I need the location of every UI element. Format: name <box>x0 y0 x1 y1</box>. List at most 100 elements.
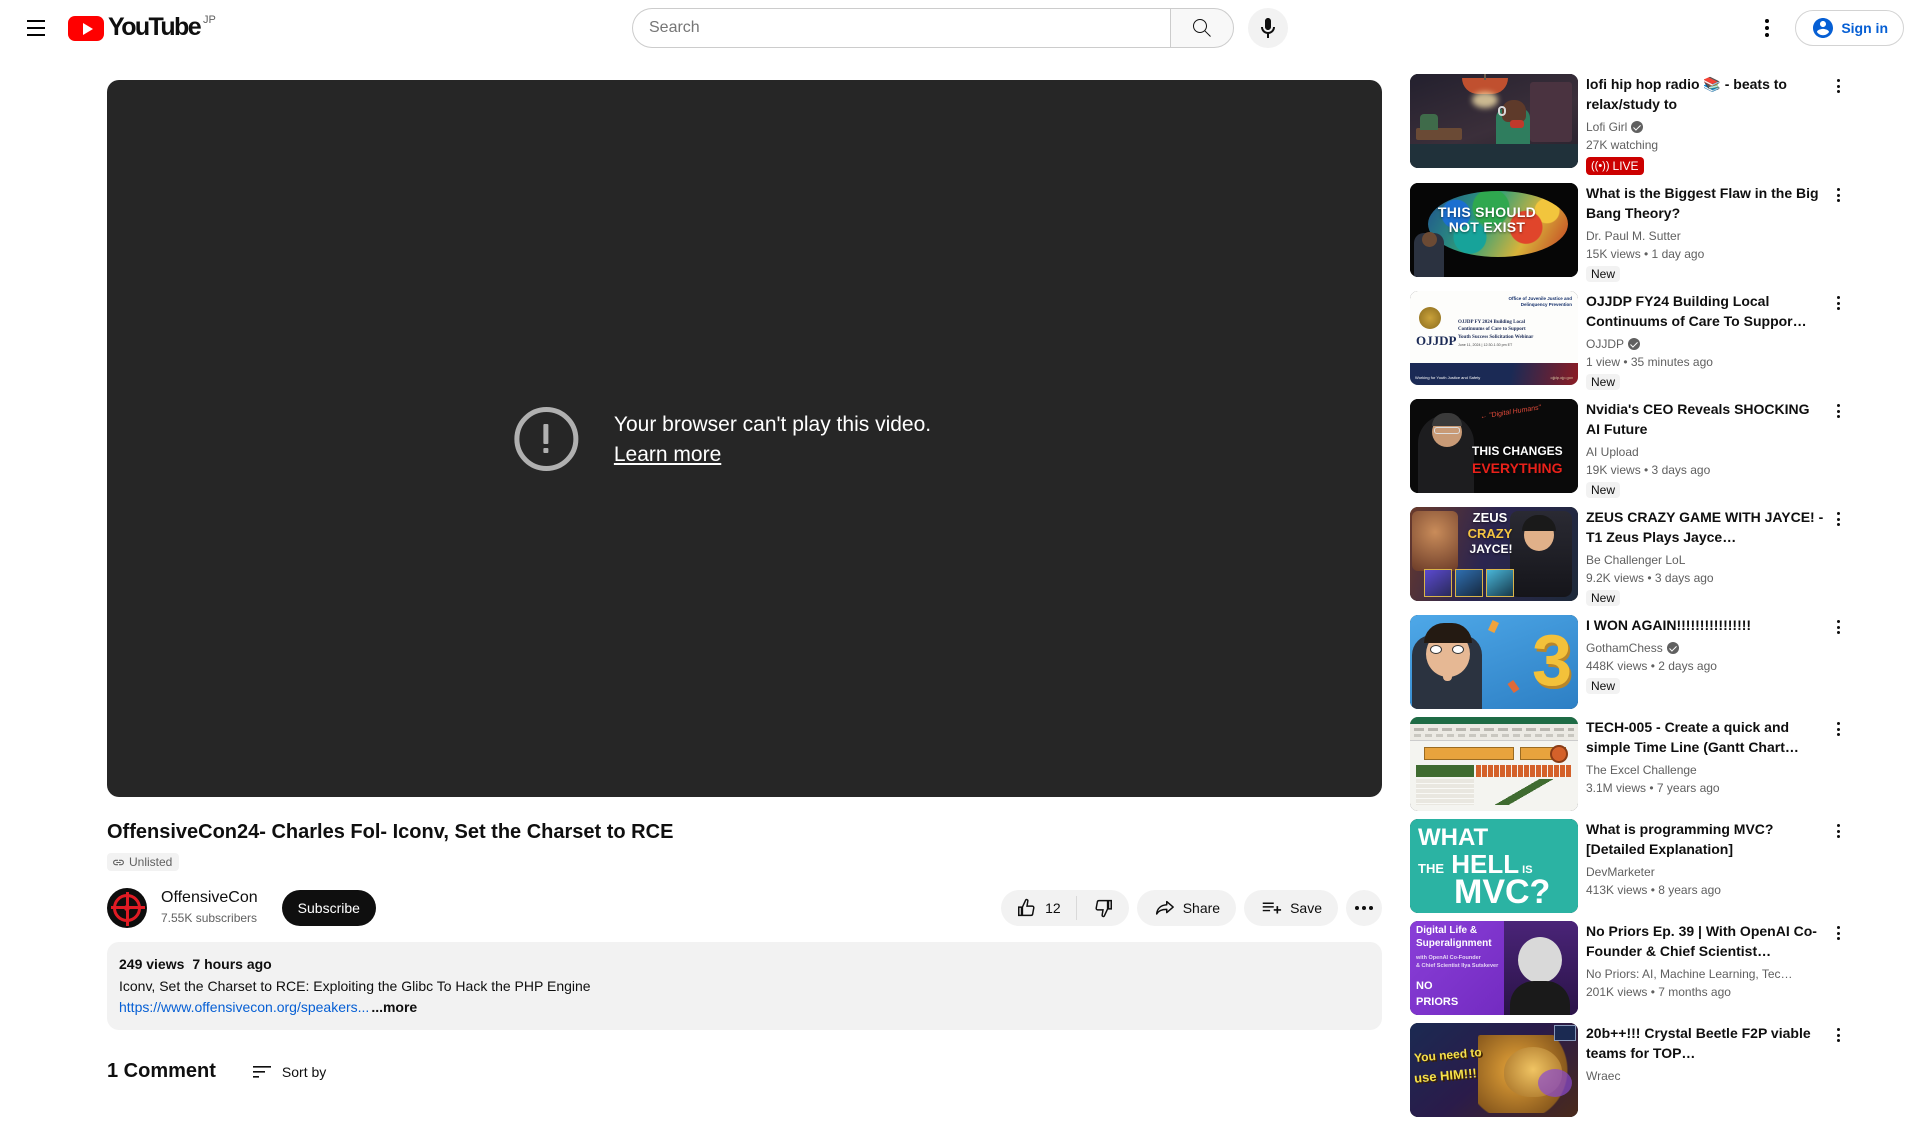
recommended-video-menu-icon[interactable] <box>1826 183 1850 207</box>
recommendations-sidebar[interactable]: lofi hip hop radio 📚 - beats to relax/st… <box>1410 56 1850 1117</box>
masthead-center <box>330 8 1590 48</box>
channel-info[interactable]: OffensiveCon 7.55K subscribers <box>161 888 258 927</box>
search-submit-button[interactable] <box>1170 8 1234 48</box>
publish-date: 7 hours ago <box>192 955 272 972</box>
player-error-text: Your browser can't play this video. Lear… <box>614 411 931 467</box>
dislike-button[interactable] <box>1077 890 1129 926</box>
recommended-video-item[interactable]: ZEUS CRAZY JAYCE! ZEUS CRAZY GAME WITH J… <box>1410 507 1850 615</box>
video-thumbnail[interactable]: Office of Juvenile Justice and Delinquenc… <box>1410 291 1578 385</box>
description-meta: 249 views 7 hours ago <box>119 954 1370 974</box>
recommended-video-item[interactable]: TECH-005 - Create a quick and simple Tim… <box>1410 717 1850 819</box>
recommended-video-item[interactable]: lofi hip hop radio 📚 - beats to relax/st… <box>1410 74 1850 183</box>
video-description[interactable]: 249 views 7 hours ago Iconv, Set the Char… <box>107 941 1382 1030</box>
recommended-video-menu-icon[interactable] <box>1826 1023 1850 1047</box>
verified-badge-icon <box>1628 338 1641 350</box>
video-actions: 12 Share Save <box>1001 889 1382 926</box>
recommended-video-item[interactable]: Digital Life & Superalignment with OpenA… <box>1410 921 1850 1023</box>
video-thumbnail[interactable]: ← "Digital Humans" THIS CHANGES EVERYTHI… <box>1410 399 1578 493</box>
recommended-video-menu-icon[interactable] <box>1826 615 1850 639</box>
recommended-video-menu-icon[interactable] <box>1826 74 1850 98</box>
recommended-video-title[interactable]: lofi hip hop radio 📚 - beats to relax/st… <box>1586 74 1826 114</box>
recommended-video-item[interactable]: You need to use HIM!!! 20b++!!! Crystal … <box>1410 1023 1850 1125</box>
thumbs-down-icon <box>1095 899 1112 917</box>
recommended-video-item[interactable]: WHAT THE HELL IS MVC? What is programmin… <box>1410 819 1850 921</box>
search-box[interactable] <box>632 8 1170 48</box>
recommended-video-menu-icon[interactable] <box>1826 717 1850 741</box>
recommended-video-channel[interactable]: DevMarketer <box>1586 863 1826 881</box>
owner-and-actions-row: OffensiveCon 7.55K subscribers Subscribe… <box>107 887 1382 928</box>
view-count: 249 views <box>119 955 185 972</box>
recommended-video-meta: 413K views • 8 years ago <box>1586 883 1721 897</box>
recommended-video-meta: 1 view • 35 minutes ago <box>1586 355 1713 369</box>
recommended-video-channel[interactable]: Dr. Paul M. Sutter <box>1586 227 1826 245</box>
sign-in-button[interactable]: Sign in <box>1795 10 1904 46</box>
voice-search-button[interactable] <box>1248 8 1288 48</box>
description-more-button[interactable]: ...more <box>371 999 417 1015</box>
recommended-video-title[interactable]: No Priors Ep. 39 | With OpenAI Co-Founde… <box>1586 921 1826 961</box>
like-button[interactable]: 12 <box>1001 890 1076 926</box>
recommended-video-title[interactable]: What is the Biggest Flaw in the Big Bang… <box>1586 183 1826 223</box>
guide-menu-icon[interactable] <box>16 8 56 48</box>
recommended-video-channel[interactable]: AI Upload <box>1586 443 1826 461</box>
recommended-video-menu-icon[interactable] <box>1826 507 1850 531</box>
video-thumbnail[interactable]: Digital Life & Superalignment with OpenA… <box>1410 921 1578 1015</box>
recommended-video-title[interactable]: OJJDP FY24 Building Local Continuums of … <box>1586 291 1826 331</box>
link-icon <box>113 859 124 865</box>
recommended-video-channel[interactable]: Wraec <box>1586 1067 1826 1085</box>
primary-column: Your browser can't play this video. Lear… <box>0 56 1410 1082</box>
settings-kebab-icon[interactable] <box>1747 8 1787 48</box>
recommended-video-channel[interactable]: Lofi Girl <box>1586 118 1826 136</box>
channel-avatar[interactable] <box>107 887 147 928</box>
sort-label: Sort by <box>281 1063 327 1080</box>
video-thumbnail[interactable]: ZEUS CRAZY JAYCE! <box>1410 507 1578 601</box>
recommended-video-menu-icon[interactable] <box>1826 921 1850 945</box>
recommended-video-menu-icon[interactable] <box>1826 399 1850 423</box>
recommended-video-title[interactable]: ZEUS CRAZY GAME WITH JAYCE! - T1 Zeus Pl… <box>1586 507 1826 547</box>
video-info: OJJDP FY24 Building Local Continuums of … <box>1586 291 1850 391</box>
video-thumbnail[interactable]: THIS SHOULD NOT EXIST <box>1410 183 1578 277</box>
youtube-country-code: JP <box>203 14 216 26</box>
recommended-video-channel[interactable]: GothamChess <box>1586 639 1826 657</box>
recommended-video-meta: 27K watching <box>1586 138 1659 152</box>
recommended-video-item[interactable]: THIS SHOULD NOT EXIST What is the Biggest… <box>1410 183 1850 291</box>
recommended-video-title[interactable]: 20b++!!! Crystal Beetle F2P viable teams… <box>1586 1023 1826 1063</box>
learn-more-link[interactable]: Learn more <box>614 443 721 467</box>
video-thumbnail[interactable]: WHAT THE HELL IS MVC? <box>1410 819 1578 913</box>
youtube-logo[interactable]: YouTube JP <box>66 13 218 41</box>
recommended-video-meta: 15K views • 1 day ago <box>1586 247 1705 261</box>
youtube-logo-text: YouTube <box>108 13 202 41</box>
recommended-video-item[interactable]: ← "Digital Humans" THIS CHANGES EVERYTHI… <box>1410 399 1850 507</box>
recommended-video-title[interactable]: What is programming MVC? [Detailed Expla… <box>1586 819 1826 859</box>
recommended-video-item[interactable]: 3 I WON AGAIN!!!!!!!!!!!!!!!! GothamChes… <box>1410 615 1850 717</box>
recommended-video-channel[interactable]: The Excel Challenge <box>1586 761 1826 779</box>
video-thumbnail[interactable] <box>1410 717 1578 811</box>
recommended-video-channel[interactable]: No Priors: AI, Machine Learning, Tec… <box>1586 965 1826 983</box>
save-button[interactable]: Save <box>1244 889 1338 926</box>
video-info: What is programming MVC? [Detailed Expla… <box>1586 819 1850 913</box>
video-thumbnail[interactable] <box>1410 74 1578 168</box>
new-badge: New <box>1586 482 1621 498</box>
share-button[interactable]: Share <box>1136 889 1237 926</box>
search-input[interactable] <box>649 19 1170 37</box>
recommended-video-item[interactable]: Office of Juvenile Justice and Delinquenc… <box>1410 291 1850 399</box>
player-error-block: Your browser can't play this video. Lear… <box>513 406 931 471</box>
subscribe-button[interactable]: Subscribe <box>281 889 376 926</box>
channel-name[interactable]: OffensiveCon <box>161 888 258 908</box>
video-player[interactable]: Your browser can't play this video. Lear… <box>107 80 1382 797</box>
new-badge: New <box>1586 374 1621 390</box>
recommended-video-channel[interactable]: Be Challenger LoL <box>1586 551 1826 569</box>
recommended-video-menu-icon[interactable] <box>1826 291 1850 315</box>
video-info: TECH-005 - Create a quick and simple Tim… <box>1586 717 1850 811</box>
description-link[interactable]: https://www.offensivecon.org/speakers... <box>119 999 369 1015</box>
video-thumbnail[interactable]: 3 <box>1410 615 1578 709</box>
more-actions-button[interactable] <box>1346 889 1382 926</box>
share-icon <box>1155 900 1174 915</box>
recommended-video-channel[interactable]: OJJDP <box>1586 335 1826 353</box>
new-badge: New <box>1586 266 1621 282</box>
recommended-video-title[interactable]: TECH-005 - Create a quick and simple Tim… <box>1586 717 1826 757</box>
recommended-video-title[interactable]: I WON AGAIN!!!!!!!!!!!!!!!! <box>1586 615 1826 635</box>
recommended-video-title[interactable]: Nvidia's CEO Reveals SHOCKING AI Future <box>1586 399 1826 439</box>
video-thumbnail[interactable]: You need to use HIM!!! <box>1410 1023 1578 1117</box>
video-info: I WON AGAIN!!!!!!!!!!!!!!!! GothamChess … <box>1586 615 1850 709</box>
recommended-video-menu-icon[interactable] <box>1826 819 1850 843</box>
